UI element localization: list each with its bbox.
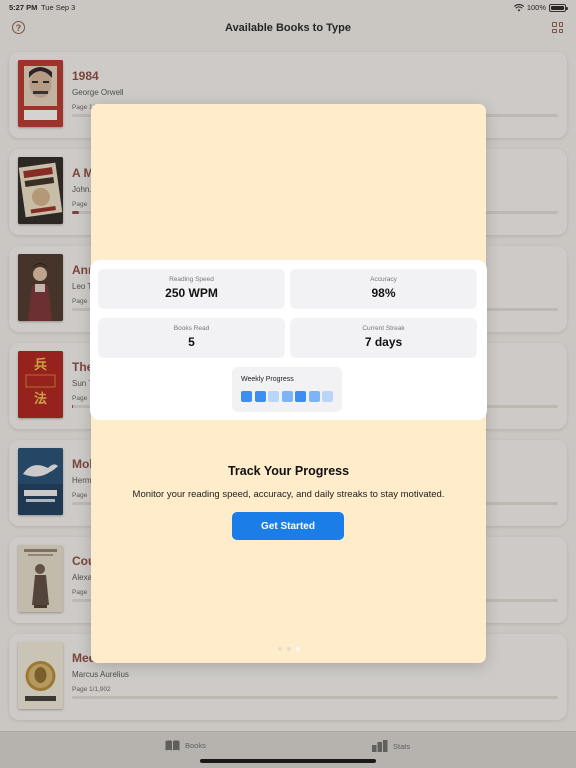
stat-label: Current Streak: [362, 325, 405, 332]
page-indicator[interactable]: [91, 647, 486, 651]
get-started-button[interactable]: Get Started: [232, 512, 344, 540]
page-dot[interactable]: [295, 647, 300, 651]
weekly-day-bar: [241, 391, 252, 402]
page-dot[interactable]: [277, 647, 282, 651]
weekly-progress-card: Weekly Progress: [232, 367, 342, 412]
onboarding-modal: Reading Speed 250 WPM Accuracy 98% Books…: [90, 104, 487, 663]
stat-value: 7 days: [364, 335, 403, 349]
onboarding-title: Track Your Progress: [227, 464, 350, 478]
stat-card-current-streak: Current Streak 7 days: [290, 318, 477, 358]
weekly-day-bar: [268, 391, 279, 402]
onboarding-description: Monitor your reading speed, accuracy, an…: [132, 489, 445, 500]
weekly-day-bar: [254, 391, 266, 402]
stat-label: Accuracy: [370, 276, 397, 283]
stat-value: 98%: [371, 286, 396, 300]
stat-value: 250 WPM: [165, 286, 218, 300]
stat-card-accuracy: Accuracy 98%: [290, 269, 477, 309]
stat-card-reading-speed: Reading Speed 250 WPM: [98, 269, 285, 309]
weekly-day-bar: [281, 391, 293, 402]
weekly-day-bar: [322, 391, 333, 402]
stats-preview-panel: Reading Speed 250 WPM Accuracy 98% Books…: [90, 260, 487, 420]
weekly-day-bar: [308, 391, 320, 402]
stat-label: Books Read: [173, 325, 210, 332]
stat-label: Reading Speed: [169, 276, 214, 283]
weekly-progress-bars: [241, 391, 333, 402]
stat-card-books-read: Books Read 5: [98, 318, 285, 358]
stat-value: 5: [188, 335, 195, 349]
weekly-progress-label: Weekly Progress: [241, 376, 294, 383]
weekly-day-bar: [295, 391, 306, 402]
page-dot[interactable]: [286, 647, 291, 651]
